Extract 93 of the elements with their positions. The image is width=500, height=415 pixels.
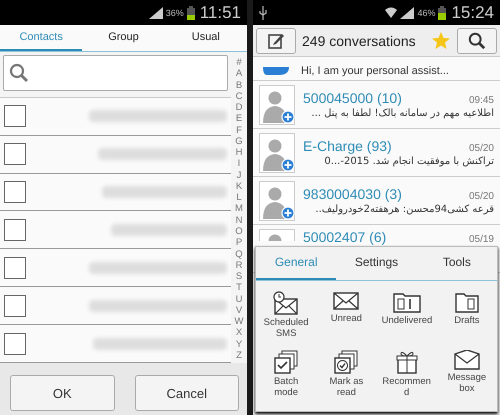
menu-item[interactable]: Recommen d [376,350,437,409]
conversation-count: 249 conversations [302,32,417,48]
menu-item[interactable]: Mark as read [316,350,376,409]
envelope-icon [454,350,480,370]
index-letter[interactable]: G [235,136,243,147]
menu-item[interactable]: Message box [436,350,497,409]
tab[interactable]: Group [82,25,165,51]
usb-icon [259,6,267,20]
message-preview: تراکنش با موفقیت انجام شد. 2015-...0 [323,156,494,167]
checkbox[interactable] [4,181,26,204]
star-icon[interactable] [431,30,451,50]
message-preview: قرعه کشی94محسن: هرهفته2خودرولیف.. [314,204,494,215]
checkbox[interactable] [4,294,26,317]
index-letter[interactable]: T [236,283,242,294]
search-button[interactable] [457,28,497,54]
avatar-icon [259,229,295,241]
index-letter[interactable]: Q [235,250,243,260]
checkbox[interactable] [4,218,26,241]
dialog-button[interactable]: OK [10,375,114,411]
message-time: 05/19 [468,234,494,245]
battery-percentage: 46% [417,8,436,18]
checkbox[interactable] [4,105,26,128]
index-letter[interactable]: R [236,260,242,271]
signal-icon [148,6,163,18]
avatar-icon [259,84,295,124]
tab[interactable]: Contacts [0,25,82,51]
folder-icon [454,291,479,313]
check-circle-stack-icon [334,350,358,374]
message-time: 05/20 [468,143,494,154]
contact-name: 9830004030 (3) [303,186,402,202]
tab[interactable]: Settings [336,247,417,280]
menu-item[interactable]: Scheduled SMS [256,291,316,350]
index-letter[interactable]: C [236,92,242,102]
compose-icon [267,32,285,50]
search-icon [9,63,29,83]
avatar-icon [259,180,295,220]
index-letter[interactable]: P [236,238,242,248]
checkbox[interactable] [4,143,26,166]
index-letter[interactable]: N [236,216,242,226]
index-letter[interactable]: I [238,159,240,170]
clock: 15:24 [451,2,494,22]
menu-item[interactable]: Unread [316,291,376,350]
index-letter[interactable]: H [236,148,242,158]
conversation-item[interactable]: Hi, I am your personal assist... [253,57,500,81]
checkbox-stack-icon [274,350,298,374]
message-preview: Hi, I am your personal assist... [301,65,449,77]
avatar-icon [259,132,295,172]
index-letter[interactable]: S [236,272,242,282]
index-letter[interactable]: K [236,182,242,192]
message-time: 09:45 [468,95,494,106]
index-letter[interactable]: O [235,226,243,237]
index-letter[interactable]: Y [236,340,242,350]
index-letter[interactable]: U [236,294,242,305]
message-time: 05/20 [468,191,494,202]
contact-name: 500045000 (10) [303,90,402,106]
envelope-icon [333,291,360,311]
search-icon [468,32,486,50]
tab[interactable]: Usual [164,25,247,51]
search-field[interactable] [3,55,228,91]
index-letter[interactable]: L [236,193,242,204]
contact-name: E-Charge (93) [303,138,392,154]
signal-icon [400,6,414,18]
tab[interactable]: General [256,247,336,280]
index-letter[interactable]: X [236,328,242,338]
index-letter[interactable]: B [236,80,242,91]
menu-item[interactable]: Batch mode [256,350,316,409]
compose-button[interactable] [256,28,296,54]
index-letter[interactable]: D [236,103,242,114]
battery-icon [438,6,446,20]
wifi-icon [385,7,398,18]
clock: 11:51 [200,2,241,22]
menu-item[interactable]: Drafts [436,291,497,350]
message-preview: اطلاعیه مهم در سامانه بالک! لطفا به پنل ... [310,108,494,119]
tab[interactable]: Tools [416,247,497,280]
index-letter[interactable]: J [236,170,242,181]
folder-icon [392,291,421,313]
index-letter[interactable]: A [236,69,242,80]
index-letter[interactable]: W [234,317,244,328]
index-letter[interactable]: F [236,126,242,136]
envelope-clock-icon [273,291,300,315]
index-letter[interactable]: E [236,114,242,124]
dialog-button[interactable]: Cancel [134,375,239,411]
checkbox[interactable] [4,256,26,279]
battery-percentage: 36% [166,8,184,18]
index-letter[interactable]: M [235,204,243,214]
index-letter[interactable]: # [236,58,242,68]
gift-icon [396,350,418,374]
checkbox[interactable] [4,332,26,355]
menu-item[interactable]: Undelivered [376,291,437,350]
index-letter[interactable]: Z [236,350,242,361]
battery-icon [186,6,195,20]
contact-name: 50002407 (6) [303,229,386,245]
index-letter[interactable]: V [236,306,242,316]
